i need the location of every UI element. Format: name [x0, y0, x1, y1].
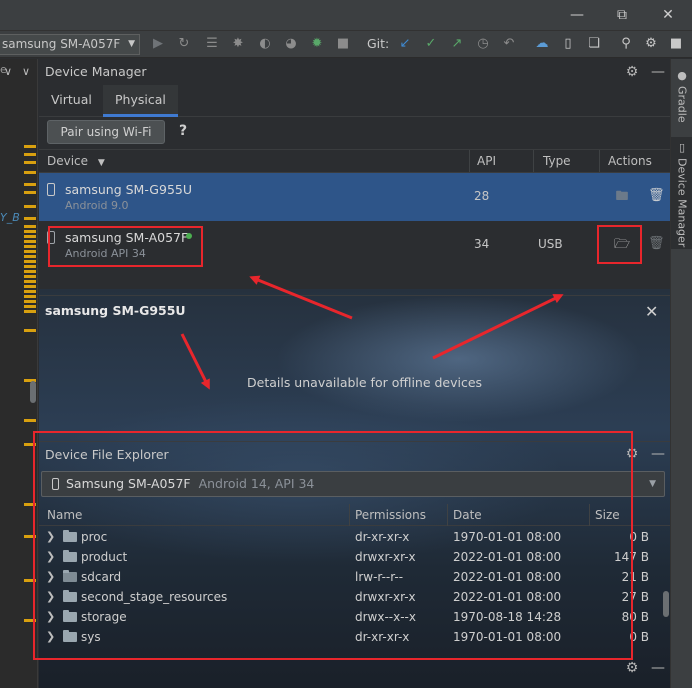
annotation-arrows [180, 275, 564, 390]
annotation-arrow [432, 294, 564, 360]
annotation-arrow [180, 333, 210, 390]
annotation-arrow [249, 275, 353, 320]
